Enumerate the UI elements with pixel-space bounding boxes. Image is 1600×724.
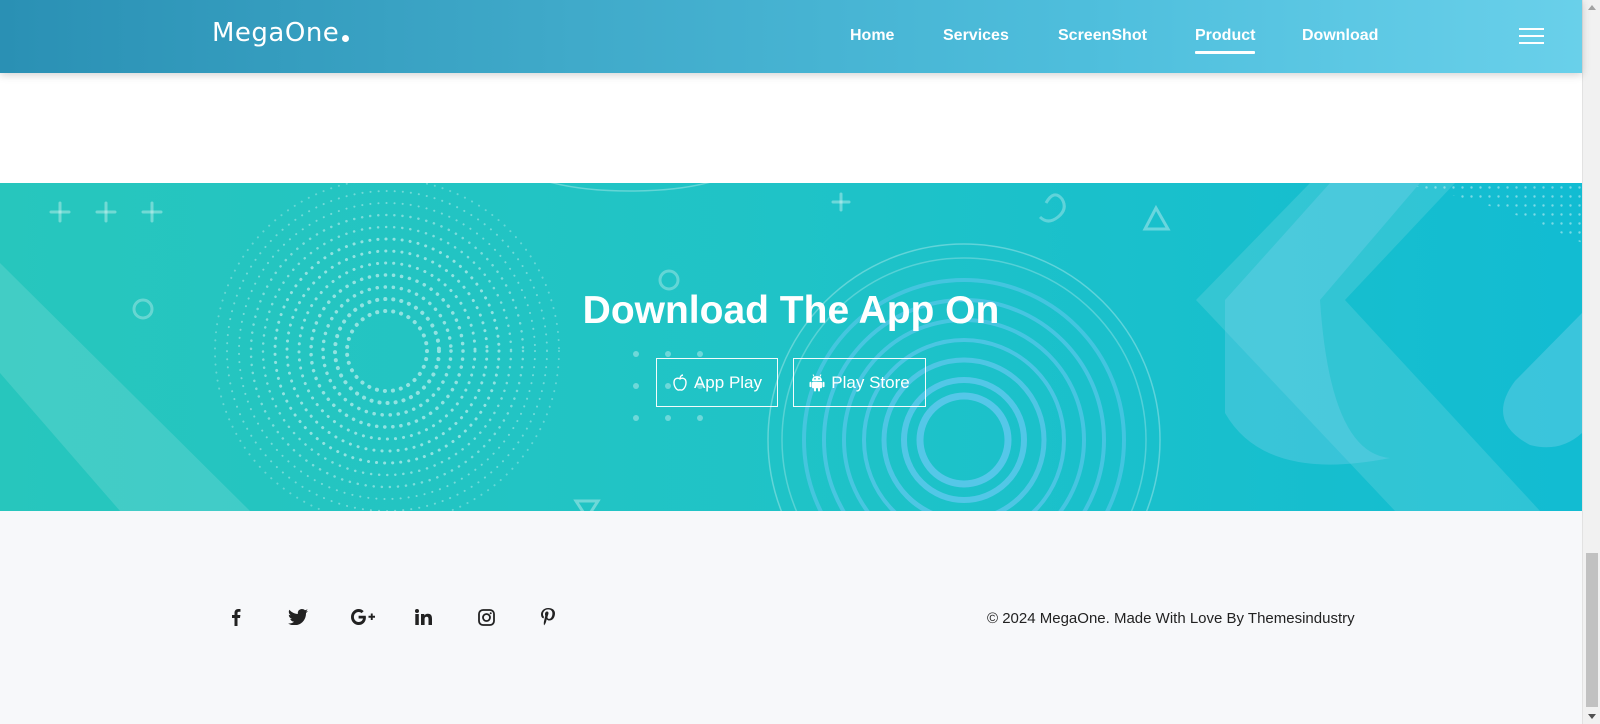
site-header: MegaOne Home Services ScreenShot Product…: [0, 0, 1582, 73]
copyright-text: © 2024 MegaOne. Made With Love By Themes…: [987, 610, 1355, 627]
play-store-label: Play Store: [831, 372, 910, 392]
download-section: Download The App On App Play Play Store: [0, 183, 1582, 511]
pinterest-icon[interactable]: [536, 605, 560, 629]
nav-services[interactable]: Services: [943, 27, 1009, 45]
google-plus-icon[interactable]: [350, 605, 376, 629]
app-play-label: App Play: [693, 372, 763, 392]
app-play-button[interactable]: App Play: [656, 358, 778, 407]
scroll-up-arrow-icon[interactable]: [1588, 5, 1596, 10]
hamburger-icon[interactable]: [1519, 28, 1544, 45]
twitter-icon[interactable]: [286, 605, 310, 629]
scroll-down-arrow-icon[interactable]: [1588, 714, 1596, 719]
nav-download[interactable]: Download: [1302, 27, 1378, 45]
facebook-icon[interactable]: [224, 605, 248, 629]
main-nav: Home Services ScreenShot Product Downloa…: [0, 0, 1582, 73]
android-icon: [809, 373, 825, 391]
linkedin-icon[interactable]: [411, 605, 435, 629]
nav-product[interactable]: Product: [1195, 27, 1256, 54]
decorative-background: [0, 183, 1582, 511]
instagram-icon[interactable]: [474, 605, 498, 629]
site-footer: © 2024 MegaOne. Made With Love By Themes…: [0, 511, 1582, 724]
nav-home[interactable]: Home: [850, 27, 894, 45]
scroll-thumb[interactable]: [1586, 553, 1598, 707]
apple-icon: [673, 373, 687, 391]
download-title: Download The App On: [582, 289, 1000, 332]
page-scrollbar[interactable]: [1582, 0, 1600, 724]
nav-screenshot[interactable]: ScreenShot: [1058, 27, 1147, 45]
play-store-button[interactable]: Play Store: [793, 358, 926, 407]
